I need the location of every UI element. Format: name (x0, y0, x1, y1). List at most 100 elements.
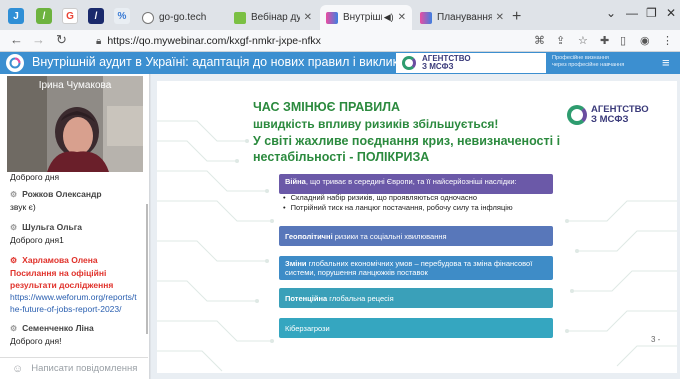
bookmark-star-icon[interactable]: ☆ (578, 34, 588, 47)
chat-message-text: Доброго дня (10, 174, 60, 182)
slide-item-cyber: Кіберзагрози (279, 318, 553, 338)
slide-item-war: Війна, що триває в середині Європи, та ї… (279, 174, 553, 194)
slide-item-bold: Потенційна (285, 294, 328, 303)
chat-message-text: Доброго дня! (10, 336, 62, 346)
tab-title: Планування і (437, 12, 492, 23)
lock-icon: 🔒︎ (96, 35, 102, 47)
chat-author: ⚙ Шульга Ольга (10, 222, 138, 232)
chat-message-text: Доброго дня1 (10, 235, 64, 245)
slide-item-text: Кіберзагрози (285, 324, 330, 333)
chat-author-name: Шульга Ольга (22, 222, 82, 232)
tab-title: Внутрішні (343, 12, 382, 23)
pinned-tab-google[interactable]: G (62, 8, 78, 24)
chat-author: ⚙ Семенченко Ліна (10, 323, 138, 333)
extensions-icon[interactable]: ✚ (600, 34, 609, 47)
close-icon[interactable]: ✕ (496, 12, 504, 23)
slide-item-geopolitics: Геополітичні ризики та соціальні хвилюва… (279, 226, 553, 246)
agency-banner[interactable]: АГЕНТСТВО З МСФЗ (396, 53, 546, 73)
pinned-tab-2[interactable]: / (36, 8, 52, 24)
pinned-tab-4[interactable]: % (114, 8, 130, 24)
slide-agency-logo: АГЕНТСТВО З МСФЗ (567, 105, 649, 125)
speaker-icon[interactable]: ◀) (384, 12, 394, 23)
pinned-tab-3[interactable]: / (88, 8, 104, 24)
promo-text: Професійне визнання через професійне нав… (552, 55, 624, 69)
slide-heading-2: швидкість впливу ризиків збільшується! (253, 117, 499, 131)
user-icon: ⚙ (10, 255, 18, 265)
mywebinar-favicon-icon (420, 11, 432, 24)
tab-planning[interactable]: Планування і ✕ (414, 5, 510, 30)
tab-internal-audit[interactable]: Внутрішні ◀) ✕ (320, 5, 412, 30)
chat-author-name: Семенченко Ліна (22, 323, 94, 333)
maximize-button[interactable]: ❐ (646, 6, 657, 20)
slide-item-changes: Зміни глобальних економічних умов – пере… (279, 256, 553, 280)
address-bar-row: ← → ↻ 🔒︎ https://qo.mywebinar.com/kxgf-n… (0, 30, 680, 52)
minimize-button[interactable]: — (626, 6, 638, 20)
agency-logo-icon (567, 105, 587, 125)
slide-bullet-list: Складний набір ризиків, що проявляються … (283, 193, 553, 213)
close-window-button[interactable]: ✕ (666, 6, 676, 20)
slide-bullet: Складний набір ризиків, що проявляються … (283, 193, 553, 203)
slide-item-bold: Війна (285, 177, 306, 186)
webinar-favicon-icon (234, 11, 246, 24)
mywebinar-logo-icon (6, 54, 24, 72)
chat-author-name: Харламова Олена (22, 255, 98, 265)
chat-message: ⚙ Рожков Олександр звук є) (0, 189, 148, 213)
slide-page-mark: 3 - (651, 335, 661, 344)
chat-link[interactable]: https://www.weforum.org/reports/the-futu… (10, 291, 138, 315)
share-icon[interactable]: ⇪ (556, 34, 565, 47)
close-icon[interactable]: ✕ (304, 12, 312, 23)
banner-brand-line2: З МСФЗ (422, 62, 454, 71)
slide-item-text: глобальних економічних умов – перебудова… (285, 259, 533, 277)
user-icon: ⚙ (10, 189, 18, 199)
chat-message-text: Посилання на офіційні результати дослідж… (10, 268, 114, 290)
globe-icon (142, 11, 154, 24)
browser-tab-strip: J / G / % go-go.tech Вебінар дуже ✕ Внут… (0, 0, 680, 30)
emoji-icon[interactable]: ☺ (12, 363, 23, 375)
new-tab-button[interactable]: + (512, 8, 521, 26)
slide-heading-1: ЧАС ЗМІНЮЄ ПРАВИЛА (253, 100, 401, 114)
chat-message: Доброго дня (0, 174, 148, 183)
tab-webinar[interactable]: Вебінар дуже ✕ (228, 5, 318, 30)
chat-messages[interactable]: Доброго дня ⚙ Рожков Олександр звук є) ⚙ Ш… (0, 174, 148, 356)
tab-go-go-tech[interactable]: go-go.tech (136, 5, 228, 30)
chat-author: ⚙ Харламова Олена (10, 255, 138, 265)
url-text: https://qo.mywebinar.com/kxgf-nmkr-jxpe-… (107, 35, 321, 47)
presenter-name: Ірина Чумакова (38, 80, 112, 91)
slide-stage: ЧАС ЗМІНЮЄ ПРАВИЛА швидкість впливу ризи… (151, 74, 680, 379)
menu-kebab-icon[interactable]: ⋮ (662, 34, 673, 47)
agency-logo-icon (402, 56, 416, 70)
chat-author-name: Рожков Олександр (22, 189, 102, 199)
webinar-header: Внутрішній аудит в Україні: адаптація до… (0, 52, 680, 74)
chat-message-text: звук є) (10, 202, 36, 212)
hamburger-menu-icon[interactable]: ≡ (662, 55, 670, 70)
translate-icon[interactable]: ⌘ (534, 34, 545, 47)
user-icon: ⚙ (10, 323, 18, 333)
tab-search-icon[interactable]: ⌄ (606, 6, 616, 20)
profile-icon[interactable]: ◉ (640, 34, 650, 47)
slide-item-text: , що триває в середині Європи, та її най… (305, 177, 517, 186)
side-panel-icon[interactable]: ▯ (620, 34, 626, 47)
slide-item-bold: Зміни (285, 259, 307, 268)
user-icon: ⚙ (10, 222, 18, 232)
slide-item-text: ризики та соціальні хвилювання (332, 232, 447, 241)
url-field[interactable]: 🔒︎ https://qo.mywebinar.com/kxgf-nmkr-jx… (96, 32, 506, 50)
tab-title: go-go.tech (159, 12, 207, 23)
mywebinar-favicon-icon (326, 11, 338, 24)
chat-compose-placeholder: Написати повідомлення (31, 363, 138, 374)
left-panel: Ірина Чумакова Доброго дня ⚙ Рожков Олекс… (0, 74, 150, 379)
chat-message: ⚙ Семенченко Ліна Доброго дня! (0, 323, 148, 347)
chat-message: ⚙ Харламова Олена Посилання на офіційні р… (0, 255, 148, 315)
forward-icon[interactable]: → (32, 32, 45, 47)
chat-compose[interactable]: ☺ Написати повідомлення (0, 357, 148, 379)
close-icon[interactable]: ✕ (398, 12, 406, 23)
presenter-video[interactable]: Ірина Чумакова (7, 76, 143, 172)
promo-line1: Професійне визнання (552, 55, 609, 61)
reload-icon[interactable]: ↻ (56, 32, 67, 48)
back-icon[interactable]: ← (10, 32, 23, 47)
promo-line2: через професійне навчання (552, 62, 625, 68)
slide-heading-3: У світі жахливе поєднання криз, невизнач… (253, 134, 561, 164)
chat-scrollbar[interactable] (146, 204, 148, 334)
slide-item-bold: Геополітичні (285, 232, 333, 241)
chat-author: ⚙ Рожков Олександр (10, 189, 138, 199)
pinned-tab-1[interactable]: J (8, 8, 24, 24)
